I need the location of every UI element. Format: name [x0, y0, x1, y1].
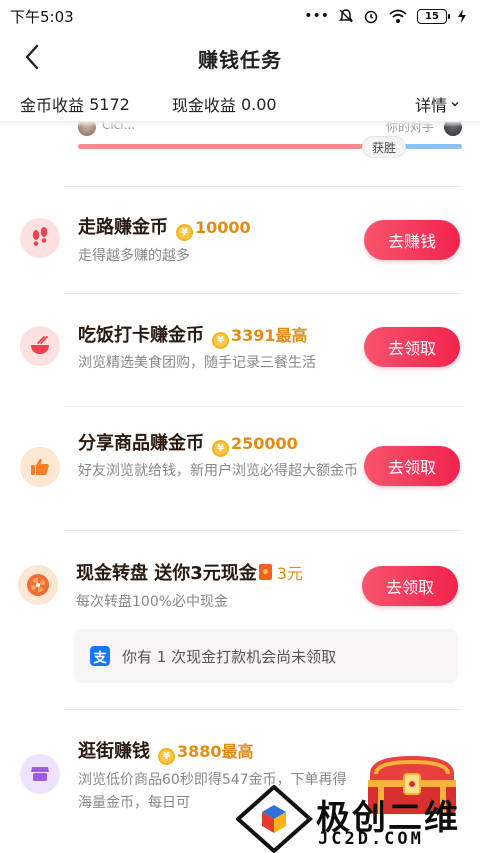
status-time: 下午5:03	[10, 7, 74, 26]
earn-money-task-page: 下午5:03 ••• 15 赚钱任务 你的对手 获胜 金币收益 5172 现金收…	[0, 0, 480, 853]
charging-icon	[458, 9, 466, 23]
alarm-icon	[364, 10, 378, 24]
task-title: 走路赚金币 ¥10000	[78, 213, 251, 241]
task-reward: 3元	[276, 564, 303, 583]
bowl-icon	[20, 326, 60, 366]
wifi-icon	[389, 9, 407, 23]
coin-icon: ¥	[158, 748, 175, 765]
task-title-text: 逛街赚钱	[78, 741, 150, 762]
task-reward: 10000	[195, 218, 251, 237]
win-badge: 获胜	[362, 136, 406, 158]
back-arrow-icon[interactable]	[18, 42, 48, 72]
task-title: 分享商品赚金币 ¥250000	[78, 429, 298, 457]
task-title-text: 吃饭打卡赚金币	[78, 325, 204, 346]
task-description: 浏览精选美食团购，随手记录三餐生活	[78, 355, 316, 371]
task-share-product: 分享商品赚金币 ¥250000 好友浏览就给钱，新用户浏览必得超大额金币 去领取	[0, 407, 480, 529]
task-title-text: 走路赚金币	[78, 217, 168, 238]
cash-earnings-value: 0.00	[240, 94, 277, 114]
coin-earnings-label: 金币收益	[20, 96, 85, 115]
footprints-icon	[20, 218, 60, 258]
red-envelope-icon	[258, 564, 272, 580]
chevron-down-icon	[451, 102, 459, 107]
claim-button[interactable]: 去领取	[362, 566, 458, 606]
task-title: 吃饭打卡赚金币 ¥3391最高	[78, 321, 308, 349]
task-title-text: 现金转盘 送你3元现金	[76, 563, 257, 584]
task-description: 好友浏览就给钱，新用户浏览必得超大额金币	[78, 463, 358, 479]
coin-icon: ¥	[212, 332, 229, 349]
task-description: 走得越多赚的越多	[78, 248, 190, 264]
more-dots-icon: •••	[304, 8, 329, 24]
status-bar: 下午5:03 ••• 15	[0, 0, 480, 32]
earnings-bar: 金币收益 5172 现金收益 0.00 详情	[0, 86, 480, 122]
thumbs-up-icon	[20, 447, 60, 487]
coin-icon: ¥	[176, 224, 193, 241]
task-title: 现金转盘 送你3元现金 3元	[76, 559, 303, 585]
task-reward: 250000	[231, 434, 298, 453]
wheel-icon	[18, 565, 58, 605]
mute-icon	[339, 9, 353, 23]
pk-progress-right	[400, 144, 462, 149]
task-meal-checkin: 吃饭打卡赚金币 ¥3391最高 浏览精选美食团购，随手记录三餐生活 去领取	[0, 294, 480, 406]
status-icons: ••• 15	[304, 8, 468, 24]
page-title: 赚钱任务	[198, 47, 282, 72]
watermark-url: JC2D.COM	[318, 829, 424, 849]
task-title-text: 分享商品赚金币	[78, 433, 204, 454]
detail-label: 详情	[414, 96, 447, 115]
task-reward: 3880最高	[177, 742, 254, 761]
battery-icon: 15	[417, 8, 450, 24]
claim-button[interactable]: 去领取	[364, 446, 460, 486]
coin-earnings-value: 5172	[89, 94, 130, 114]
task-reward: 3391最高	[231, 326, 308, 345]
cash-earnings-label: 现金收益	[171, 96, 236, 115]
alipay-icon: 支	[90, 646, 110, 666]
detail-button[interactable]: 详情	[415, 92, 460, 116]
cash-payout-notice[interactable]: 支 你有 1 次现金打款机会尚未领取	[74, 629, 458, 683]
earnings-bar-shadow	[0, 121, 480, 127]
page-header: 赚钱任务	[0, 32, 480, 84]
claim-button[interactable]: 去领取	[364, 327, 460, 367]
task-walk: 走路赚金币 ¥10000 走得越多赚的越多 去赚钱	[0, 187, 480, 293]
notice-text: 你有 1 次现金打款机会尚未领取	[122, 647, 337, 666]
go-earn-button[interactable]: 去赚钱	[364, 220, 460, 260]
pk-progress-left	[78, 144, 370, 149]
coin-icon: ¥	[212, 440, 229, 457]
task-description: 每次转盘100%必中现金	[76, 594, 229, 610]
task-title: 逛街赚钱 ¥3880最高	[78, 737, 254, 765]
shop-icon	[20, 754, 60, 794]
